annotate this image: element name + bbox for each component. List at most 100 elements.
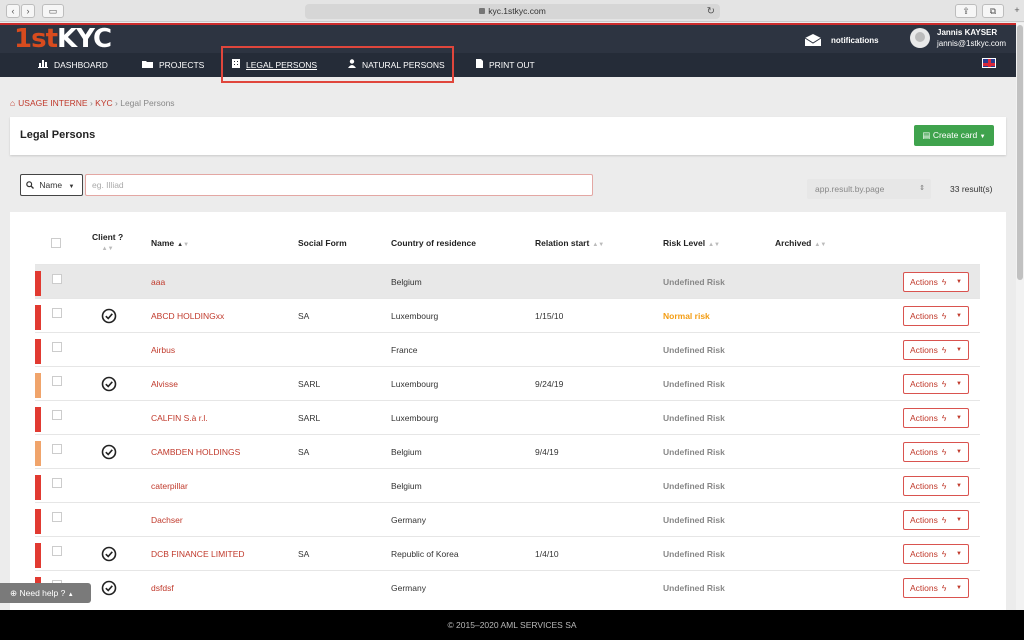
- home-icon[interactable]: ⌂: [10, 98, 15, 108]
- col-header-relation-start-label: Relation start: [535, 238, 590, 248]
- table-row[interactable]: CALFIN S.à r.l. SARL Luxembourg Undefined R…: [35, 400, 980, 434]
- search-field-select[interactable]: Name ▼: [20, 174, 83, 196]
- cell-name[interactable]: Alvisse: [151, 379, 178, 389]
- cell-name[interactable]: DCB FINANCE LIMITED: [151, 549, 245, 559]
- new-tab-icon[interactable]: +: [1010, 4, 1024, 18]
- url-text: kyc.1stkyc.com: [488, 6, 546, 16]
- caret-down-icon: ▼: [956, 313, 962, 319]
- app-logo[interactable]: 1stKYC: [14, 25, 112, 53]
- actions-button[interactable]: Actions ϟ ▼: [903, 442, 969, 462]
- search-icon: [26, 180, 36, 190]
- actions-label: Actions: [910, 413, 938, 423]
- cell-name[interactable]: ABCD HOLDINGxx: [151, 311, 224, 321]
- actions-button[interactable]: Actions ϟ ▼: [903, 374, 969, 394]
- breadcrumb: ⌂ USAGE INTERNE › KYC › Legal Persons: [10, 98, 175, 108]
- uk-flag-icon[interactable]: [982, 58, 996, 68]
- breadcrumb-kyc[interactable]: KYC: [95, 98, 112, 108]
- url-bar[interactable]: kyc.1stkyc.com ↻: [305, 4, 720, 19]
- cell-name[interactable]: caterpillar: [151, 481, 188, 491]
- notifications-button[interactable]: notifications: [804, 29, 879, 51]
- actions-label: Actions: [910, 379, 938, 389]
- cell-social-form: SA: [298, 447, 310, 457]
- footer: © 2015–2020 AML SERVICES SA: [0, 610, 1024, 640]
- chevron-right-icon[interactable]: ›: [21, 4, 35, 18]
- table-row[interactable]: caterpillar Belgium Undefined Risk Actions ϟ…: [35, 468, 980, 502]
- lock-icon: [479, 7, 486, 14]
- table-row[interactable]: dsfdsf Germany Undefined Risk Actions ϟ ▼: [35, 570, 980, 604]
- user-menu[interactable]: Jannis KAYSER jannis@1stkyc.com: [910, 28, 1006, 48]
- updown-icon: ⇕: [919, 185, 925, 192]
- actions-button[interactable]: Actions ϟ ▼: [903, 272, 969, 292]
- row-checkbox[interactable]: [52, 546, 62, 556]
- table-row[interactable]: DCB FINANCE LIMITED SA Republic of Korea 1/…: [35, 536, 980, 570]
- nav-dashboard[interactable]: DASHBOARD: [38, 53, 108, 77]
- cell-name[interactable]: Dachser: [151, 515, 183, 525]
- actions-button[interactable]: Actions ϟ ▼: [903, 476, 969, 496]
- scrollbar-thumb[interactable]: [1017, 25, 1023, 280]
- caret-down-icon: ▼: [956, 551, 962, 557]
- actions-label: Actions: [910, 277, 938, 287]
- cell-country: Luxembourg: [391, 379, 439, 389]
- col-header-relation-start[interactable]: Relation start ▲▼: [535, 238, 604, 248]
- tabs-overview-icon[interactable]: ⧉: [982, 4, 1004, 18]
- results-per-page-select[interactable]: app.result.by.page ⇕: [807, 179, 931, 199]
- cell-name[interactable]: dsfdsf: [151, 583, 174, 593]
- actions-button[interactable]: Actions ϟ ▼: [903, 306, 969, 326]
- row-checkbox[interactable]: [52, 308, 62, 318]
- row-checkbox[interactable]: [52, 376, 62, 386]
- table-row[interactable]: aaa Belgium Undefined Risk Actions ϟ ▼: [35, 264, 980, 298]
- nav-projects[interactable]: PROJECTS: [142, 53, 204, 77]
- row-checkbox[interactable]: [52, 478, 62, 488]
- results-per-page-label: app.result.by.page: [815, 184, 885, 194]
- need-help-button[interactable]: ⊕ Need help ? ▲: [0, 583, 91, 603]
- col-header-client[interactable]: Client ? ▲▼: [92, 232, 123, 252]
- cell-name[interactable]: aaa: [151, 277, 165, 287]
- table-row[interactable]: Alvisse SARL Luxembourg 9/24/19 Undefined Ri…: [35, 366, 980, 400]
- actions-button[interactable]: Actions ϟ ▼: [903, 408, 969, 428]
- risk-indicator-bar: [35, 509, 41, 534]
- bolt-icon: ϟ: [941, 277, 947, 287]
- row-checkbox[interactable]: [52, 410, 62, 420]
- share-icon[interactable]: ⇪: [955, 4, 977, 18]
- nav-projects-label: PROJECTS: [159, 60, 205, 70]
- table-row[interactable]: Dachser Germany Undefined Risk Actions ϟ ▼: [35, 502, 980, 536]
- check-circle-icon: [101, 444, 117, 460]
- actions-button[interactable]: Actions ϟ ▼: [903, 578, 969, 598]
- select-all-checkbox[interactable]: [51, 238, 61, 248]
- actions-label: Actions: [910, 447, 938, 457]
- nav-print-out-label: PRINT OUT: [489, 60, 535, 70]
- row-checkbox[interactable]: [52, 512, 62, 522]
- col-header-archived[interactable]: Archived ▲▼: [775, 238, 826, 248]
- row-checkbox[interactable]: [52, 342, 62, 352]
- search-input[interactable]: [85, 174, 593, 196]
- cell-risk-level: Normal risk: [663, 311, 710, 321]
- sidebar-icon[interactable]: ▭: [42, 4, 64, 18]
- nav-print-out[interactable]: PRINT OUT: [476, 53, 535, 77]
- actions-button[interactable]: Actions ϟ ▼: [903, 544, 969, 564]
- page-title: Legal Persons: [20, 129, 96, 141]
- cell-name[interactable]: CALFIN S.à r.l.: [151, 413, 208, 423]
- caret-down-icon: ▼: [68, 184, 75, 190]
- actions-button[interactable]: Actions ϟ ▼: [903, 510, 969, 530]
- col-header-social-form-label: Social Form: [298, 238, 347, 248]
- cell-country: Belgium: [391, 447, 422, 457]
- col-header-name[interactable]: Name ▲▼: [151, 238, 189, 248]
- create-card-button[interactable]: ▤ Create card ▼: [914, 125, 994, 146]
- col-header-risk-level[interactable]: Risk Level ▲▼: [663, 238, 720, 248]
- chevron-left-icon[interactable]: ‹: [6, 4, 20, 18]
- table-row[interactable]: ABCD HOLDINGxx SA Luxembourg 1/15/10 Normal …: [35, 298, 980, 332]
- row-checkbox[interactable]: [52, 274, 62, 284]
- cell-name[interactable]: Airbus: [151, 345, 175, 355]
- scrollbar[interactable]: [1016, 23, 1024, 610]
- bolt-icon: ϟ: [941, 583, 947, 593]
- reload-icon[interactable]: ↻: [707, 4, 715, 19]
- caret-down-icon: ▼: [956, 483, 962, 489]
- cell-social-form: SA: [298, 549, 310, 559]
- cell-name[interactable]: CAMBDEN HOLDINGS: [151, 447, 240, 457]
- cell-country: Luxembourg: [391, 311, 439, 321]
- table-row[interactable]: CAMBDEN HOLDINGS SA Belgium 9/4/19 Undefined…: [35, 434, 980, 468]
- table-row[interactable]: Airbus France Undefined Risk Actions ϟ ▼: [35, 332, 980, 366]
- actions-button[interactable]: Actions ϟ ▼: [903, 340, 969, 360]
- breadcrumb-usage-interne[interactable]: USAGE INTERNE: [18, 98, 87, 108]
- row-checkbox[interactable]: [52, 444, 62, 454]
